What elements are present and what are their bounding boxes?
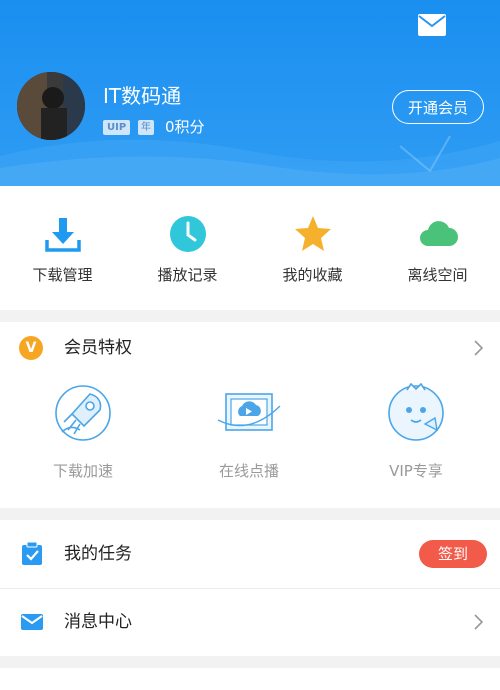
cloud-icon bbox=[420, 221, 458, 246]
quick-item-label: 下载管理 bbox=[32, 266, 93, 284]
download-icon bbox=[45, 218, 81, 252]
quick-item-download[interactable]: 下载管理 bbox=[0, 186, 125, 310]
vip-v-icon: V bbox=[19, 336, 43, 360]
quick-item-label: 播放记录 bbox=[157, 266, 218, 284]
signin-button[interactable]: 签到 bbox=[419, 540, 487, 568]
year-badge: 年 bbox=[138, 120, 154, 135]
chevron-right-icon bbox=[474, 340, 483, 356]
clock-icon bbox=[170, 216, 206, 252]
privilege-online-streaming[interactable]: 在线点播 bbox=[166, 380, 332, 500]
member-privileges-title: 会员特权 bbox=[64, 338, 132, 358]
next-list-section bbox=[0, 668, 500, 690]
list-row-label: 消息中心 bbox=[64, 612, 132, 632]
avatar-photo bbox=[17, 72, 85, 140]
list-row-message-center[interactable]: 消息中心 bbox=[0, 588, 500, 656]
quick-item-history[interactable]: 播放记录 bbox=[125, 186, 250, 310]
open-vip-button[interactable]: 开通会员 bbox=[392, 90, 484, 124]
quick-item-offline-space[interactable]: 离线空间 bbox=[375, 186, 500, 310]
chevron-right-icon bbox=[474, 614, 483, 630]
mail-icon[interactable] bbox=[418, 14, 446, 36]
clipboard-check-icon bbox=[22, 542, 42, 565]
vip-badge: UIP bbox=[103, 120, 131, 135]
privilege-download-speedup[interactable]: 下载加速 bbox=[0, 380, 166, 500]
envelope-icon bbox=[21, 614, 43, 630]
username: IT数码通 bbox=[103, 84, 182, 108]
privilege-label: VIP专享 bbox=[389, 462, 443, 480]
menu-list: 我的任务 签到 消息中心 bbox=[0, 520, 500, 656]
avatar[interactable] bbox=[17, 72, 85, 140]
privilege-label: 在线点播 bbox=[218, 462, 279, 480]
privilege-label: 下载加速 bbox=[52, 462, 113, 480]
privilege-vip-exclusive[interactable]: VIP专享 bbox=[333, 380, 499, 500]
rocket-icon bbox=[55, 385, 111, 441]
list-row-label: 我的任务 bbox=[64, 544, 132, 564]
quick-actions: 下载管理 播放记录 我的收藏 离线空间 bbox=[0, 186, 500, 310]
points-value: 0积分 bbox=[165, 118, 205, 136]
profile-header: IT数码通 UIP 年 0积分 开通会员 bbox=[0, 0, 500, 186]
mascot-icon bbox=[388, 382, 444, 441]
quick-item-favorites[interactable]: 我的收藏 bbox=[250, 186, 375, 310]
star-icon bbox=[295, 216, 331, 251]
member-privileges-section: V 会员特权 下载加速 在线点播 VIP专享 bbox=[0, 322, 500, 508]
quick-item-label: 我的收藏 bbox=[282, 266, 343, 284]
member-privileges-header[interactable]: V 会员特权 bbox=[0, 322, 500, 374]
video-screen-icon bbox=[217, 393, 281, 431]
list-row-my-tasks[interactable]: 我的任务 签到 bbox=[0, 520, 500, 589]
quick-item-label: 离线空间 bbox=[407, 266, 468, 284]
